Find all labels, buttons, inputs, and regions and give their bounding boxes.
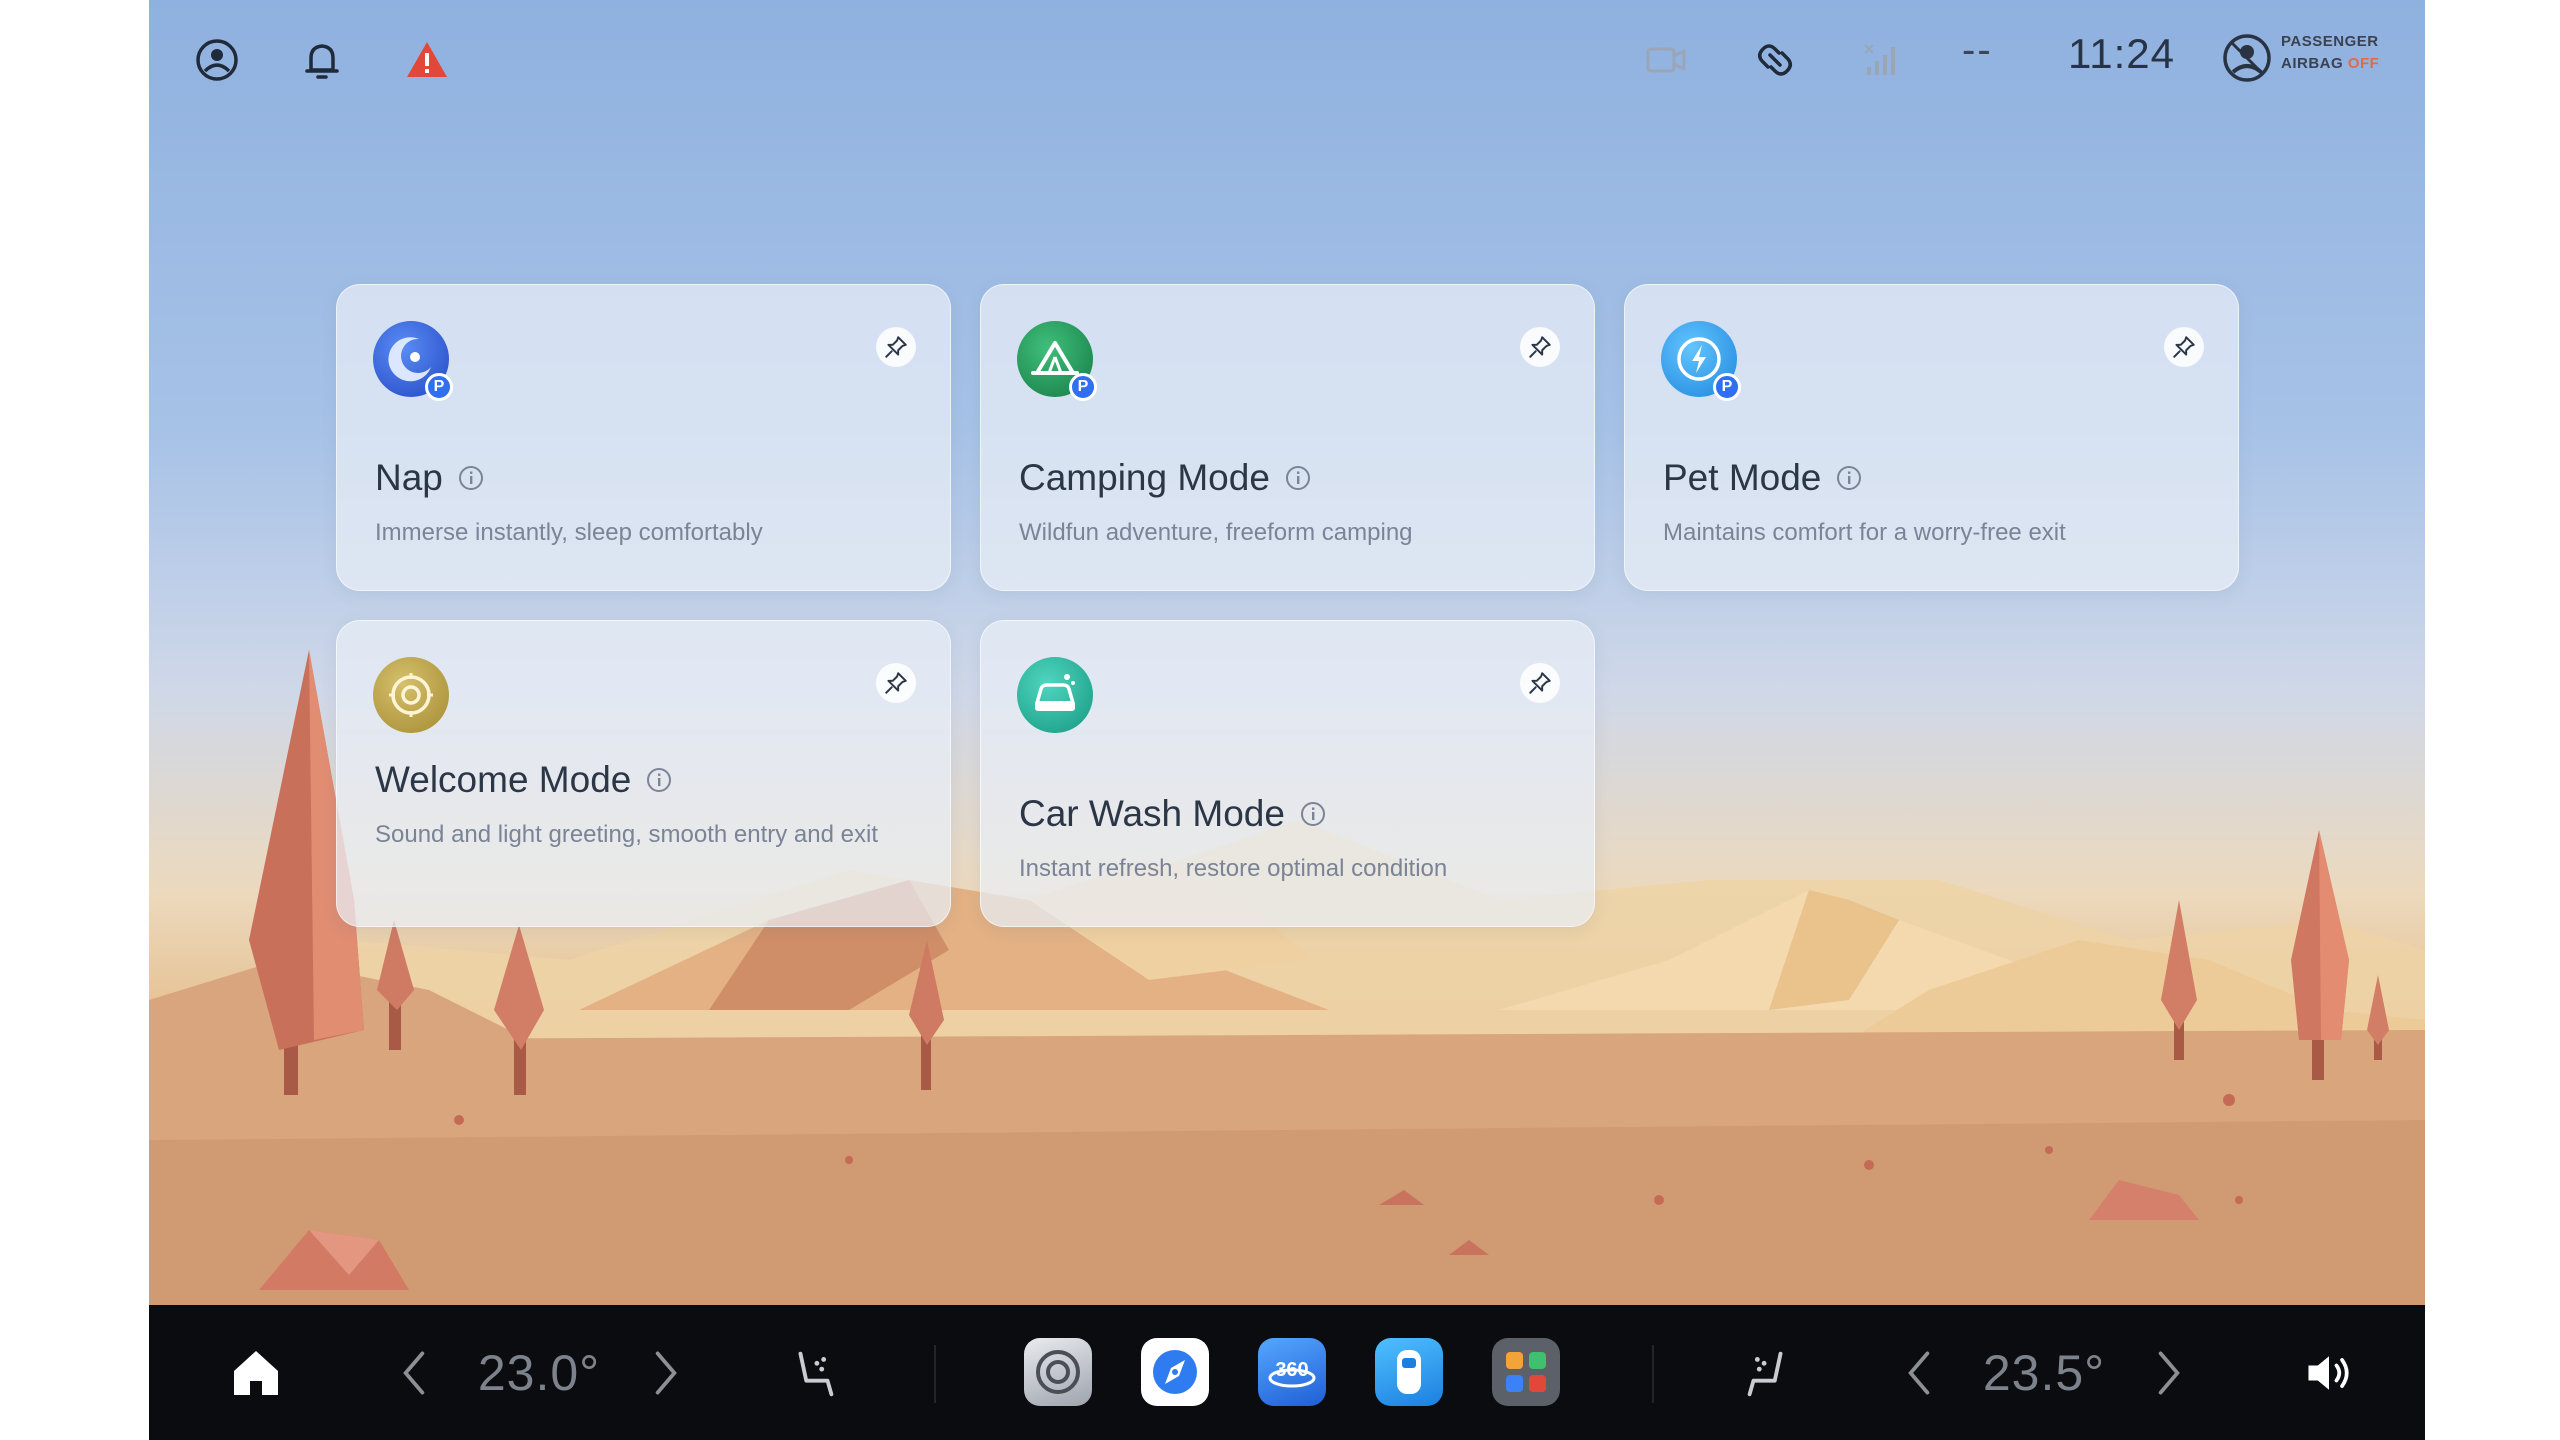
info-icon[interactable] (1284, 464, 1312, 492)
dock-divider (1652, 1345, 1654, 1403)
clock: 11:24 (2068, 30, 2175, 77)
card-subtitle: Wildfun adventure, freeform camping (1019, 519, 1413, 546)
volume-icon[interactable] (2294, 1305, 2364, 1440)
connection-icon[interactable] (1749, 34, 1801, 86)
vehicle-app-icon[interactable] (1375, 1338, 1443, 1406)
card-title-row: Nap (375, 457, 485, 499)
info-icon[interactable] (1835, 464, 1863, 492)
left-temp-decrease-chevron-icon[interactable] (394, 1305, 434, 1440)
navigation-app-icon[interactable] (1141, 1338, 1209, 1406)
card-title-row: Welcome Mode (375, 759, 673, 801)
mode-card-camping[interactable]: P Camping Mode Wildfun adventure, freefo… (980, 284, 1595, 591)
airbag-icon (2223, 34, 2271, 82)
card-title-row: Camping Mode (1019, 457, 1312, 499)
card-title: Camping Mode (1019, 457, 1270, 498)
pin-icon[interactable] (2164, 327, 2204, 367)
right-temp-decrease-chevron-icon[interactable] (1899, 1305, 1939, 1440)
passenger-seat-heating-icon[interactable] (1727, 1305, 1807, 1440)
card-title: Car Wash Mode (1019, 793, 1285, 834)
parking-badge: P (425, 373, 453, 401)
home-icon[interactable] (221, 1305, 291, 1440)
mode-card-welcome[interactable]: Welcome Mode Sound and light greeting, s… (336, 620, 951, 927)
dock-divider (934, 1345, 936, 1403)
car-infotainment-screen: -- 11:24 PASSENGER AIRBAG OFF P Nap Imme… (149, 0, 2425, 1440)
profile-circle-icon[interactable] (191, 34, 243, 86)
right-temp-increase-chevron-icon[interactable] (2149, 1305, 2189, 1440)
airbag-state: OFF (2347, 55, 2380, 72)
settings-app-icon[interactable] (1024, 1338, 1092, 1406)
card-subtitle: Immerse instantly, sleep comfortably (375, 519, 763, 546)
card-title: Pet Mode (1663, 457, 1822, 498)
airbag-label-line2-wrapper: AIRBAG OFF (2281, 55, 2379, 73)
card-title: Welcome Mode (375, 759, 632, 800)
info-icon[interactable] (645, 766, 673, 794)
dashcam-icon[interactable] (1640, 34, 1692, 86)
info-icon[interactable] (1299, 800, 1327, 828)
mode-card-car-wash[interactable]: Car Wash Mode Instant refresh, restore o… (980, 620, 1595, 927)
right-temperature: 23.5° (1982, 1344, 2106, 1401)
pin-icon[interactable] (1520, 663, 1560, 703)
camera-360-app-icon[interactable]: 360 (1258, 1338, 1326, 1406)
car-wash-icon (1017, 657, 1093, 733)
card-subtitle: Maintains comfort for a worry-free exit (1663, 519, 2066, 546)
parking-badge: P (1069, 373, 1097, 401)
info-icon[interactable] (457, 464, 485, 492)
passenger-airbag-indicator: PASSENGER AIRBAG OFF (2219, 30, 2399, 86)
welcome-icon (373, 657, 449, 733)
mode-card-pet[interactable]: P Pet Mode Maintains comfort for a worry… (1624, 284, 2239, 591)
pin-icon[interactable] (876, 663, 916, 703)
card-title: Nap (375, 457, 443, 498)
card-subtitle: Instant refresh, restore optimal conditi… (1019, 855, 1448, 882)
network-status-text: -- (1962, 28, 1993, 72)
app-launcher-icon[interactable] (1492, 1338, 1560, 1406)
parking-badge: P (1713, 373, 1741, 401)
pin-icon[interactable] (876, 327, 916, 367)
airbag-label-line1: PASSENGER (2281, 33, 2379, 50)
app-360-label: 360 (1275, 1359, 1308, 1381)
bell-icon[interactable] (296, 34, 348, 86)
signal-icon (1856, 34, 1908, 86)
driver-seat-heating-icon[interactable] (774, 1305, 854, 1440)
mode-card-nap[interactable]: P Nap Immerse instantly, sleep comfortab… (336, 284, 951, 591)
card-subtitle: Sound and light greeting, smooth entry a… (375, 821, 878, 848)
bottom-dock: 23.0° 360 23.5° (149, 1305, 2425, 1440)
pin-icon[interactable] (1520, 327, 1560, 367)
left-temperature: 23.0° (477, 1344, 601, 1401)
left-temp-increase-chevron-icon[interactable] (646, 1305, 686, 1440)
warning-triangle-icon[interactable] (401, 34, 453, 86)
card-title-row: Car Wash Mode (1019, 793, 1327, 835)
airbag-label-line2: AIRBAG (2281, 55, 2344, 72)
card-title-row: Pet Mode (1663, 457, 1863, 499)
